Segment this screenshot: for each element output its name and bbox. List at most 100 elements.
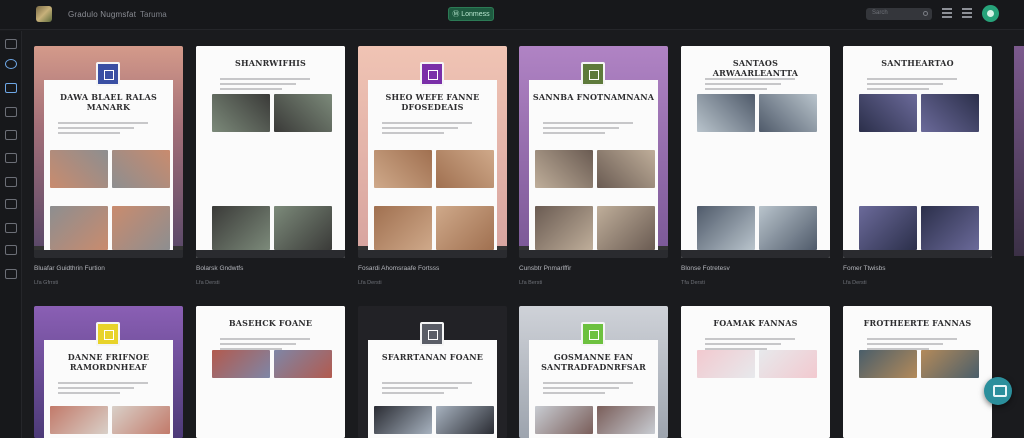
card-meta: Bolarsk Gndwtfs Lfa Dersti <box>196 265 345 286</box>
text-line <box>220 88 282 90</box>
text-line <box>543 127 619 129</box>
text-line <box>382 127 458 129</box>
template-card[interactable]: GOSMANNE FAN SANTRADFADNRFSAR <box>519 306 668 438</box>
card-photo <box>859 350 917 378</box>
card-photo <box>436 406 494 434</box>
card-photo <box>436 206 494 250</box>
chat-icon[interactable] <box>5 177 17 187</box>
card-photo <box>921 94 979 132</box>
card-footer-strip <box>519 250 668 258</box>
card-title: SHEO WEFE FANNE DFOSEDEAIS <box>385 92 480 112</box>
card-photo <box>50 206 108 250</box>
template-card[interactable]: SHEO WEFE FANNE DFOSEDEAIS <box>358 46 507 258</box>
text-line <box>867 83 943 85</box>
template-card[interactable]: DAWA BLAEL RALAS MANARK <box>34 46 183 258</box>
templates-icon[interactable] <box>5 83 17 93</box>
template-card[interactable]: SFARRTANAN FOANE <box>358 306 507 438</box>
card-photo <box>759 350 817 378</box>
home-icon[interactable] <box>5 59 17 69</box>
card-footer-strip <box>358 250 507 258</box>
next-card-preview <box>1014 46 1024 256</box>
card-photo <box>597 206 655 250</box>
card-photo <box>374 150 432 188</box>
template-card[interactable]: FROTHEERTE FANNAS <box>843 306 992 438</box>
search-placeholder: Sarch <box>872 10 888 16</box>
top-menu-item[interactable]: Taruma <box>140 10 167 19</box>
template-card[interactable]: SANTHEARTAO <box>843 46 992 258</box>
card-photo <box>597 150 655 188</box>
template-card[interactable]: BASEHCK FOANE <box>196 306 345 438</box>
text-line <box>705 338 795 340</box>
card-name[interactable]: Cunsbtr Pnmarlffir <box>519 265 668 272</box>
text-line <box>58 132 120 134</box>
list-view-icon[interactable] <box>962 8 972 20</box>
card-name[interactable]: Bolarsk Gndwtfs <box>196 265 345 272</box>
card-photo <box>859 94 917 132</box>
layers-icon[interactable] <box>5 199 17 209</box>
card-name[interactable]: Bluafar Guidthrin Furtion <box>34 265 183 272</box>
user-avatar-icon[interactable] <box>982 5 999 22</box>
app-logo-icon[interactable] <box>36 6 52 22</box>
template-card[interactable]: FOAMAK FANNAS <box>681 306 830 438</box>
template-card[interactable]: SHANRWIFHIS <box>196 46 345 258</box>
template-card[interactable]: SANTAOS ARWAARLEANTTA <box>681 46 830 258</box>
template-badge-icon <box>96 322 120 346</box>
card-title: DAWA BLAEL RALAS MANARK <box>60 92 157 112</box>
grid-view-icon[interactable] <box>942 8 952 20</box>
card-footer-strip <box>843 250 992 258</box>
card-name[interactable]: Blonse Fotretesv <box>681 265 830 272</box>
card-photo <box>697 350 755 378</box>
template-badge-icon <box>581 322 605 346</box>
card-photo <box>759 94 817 132</box>
text-line <box>220 83 296 85</box>
chat-fab-button[interactable] <box>984 377 1012 405</box>
card-photo <box>597 406 655 434</box>
card-subtitle: Lfa Bersti <box>519 280 543 286</box>
card-meta: Bluafar Guidthrin Furtion Lfa Gfrrsti <box>34 265 183 286</box>
card-photo <box>921 350 979 378</box>
card-footer-strip <box>681 250 830 258</box>
card-title: DANNE FRIFNOE RAMORDNHEAF <box>67 352 150 372</box>
card-name[interactable]: Fosardi Ahomsraafe Fortsss <box>358 265 507 272</box>
text-line <box>220 343 296 345</box>
template-card[interactable]: SANNBA FNOTNAMNANA <box>519 46 668 258</box>
share-icon[interactable] <box>5 245 17 255</box>
search-input[interactable]: Sarch <box>866 8 932 20</box>
card-subtitle: Lfa Gfrrsti <box>34 280 59 286</box>
text-line <box>382 382 472 384</box>
create-button[interactable]: Ⓜ Lonmess <box>448 7 494 21</box>
card-footer-strip <box>196 250 345 258</box>
card-photo <box>759 206 817 250</box>
settings-icon[interactable] <box>5 223 17 233</box>
folder-icon[interactable] <box>5 107 17 117</box>
card-name[interactable]: Fomer Ttwisbs <box>843 265 992 272</box>
card-photo <box>274 350 332 378</box>
template-badge-icon <box>96 62 120 86</box>
card-photo <box>374 406 432 434</box>
text-line <box>543 132 605 134</box>
card-title: BASEHCK FOANE <box>228 318 313 328</box>
menu-icon[interactable] <box>5 39 17 49</box>
card-meta: Cunsbtr Pnmarlffir Lfa Bersti <box>519 265 668 286</box>
top-bar: Gradulo Nugmsfat Taruma Ⓜ Lonmess Sarch <box>0 0 1024 30</box>
card-subtitle: Lfa Dersti <box>358 280 382 286</box>
app-title: Gradulo Nugmsfat <box>68 10 137 19</box>
card-meta: Blonse Fotretesv Tfa Dersti <box>681 265 830 286</box>
text-line <box>867 88 929 90</box>
text-line <box>58 387 134 389</box>
card-photo <box>50 150 108 188</box>
card-photo <box>50 406 108 434</box>
card-title: FROTHEERTE FANNAS <box>863 318 972 328</box>
text-line <box>705 88 767 90</box>
search-icon <box>923 11 928 16</box>
card-photo <box>112 150 170 188</box>
text-line <box>382 132 444 134</box>
text-line <box>58 382 148 384</box>
card-photo <box>274 206 332 250</box>
image-icon[interactable] <box>5 130 17 140</box>
text-line <box>58 122 148 124</box>
template-card[interactable]: DANNE FRIFNOE RAMORDNHEAF <box>34 306 183 438</box>
help-icon[interactable] <box>5 269 17 279</box>
card-title: SHANRWIFHIS <box>234 58 306 68</box>
text-icon[interactable] <box>5 153 17 163</box>
